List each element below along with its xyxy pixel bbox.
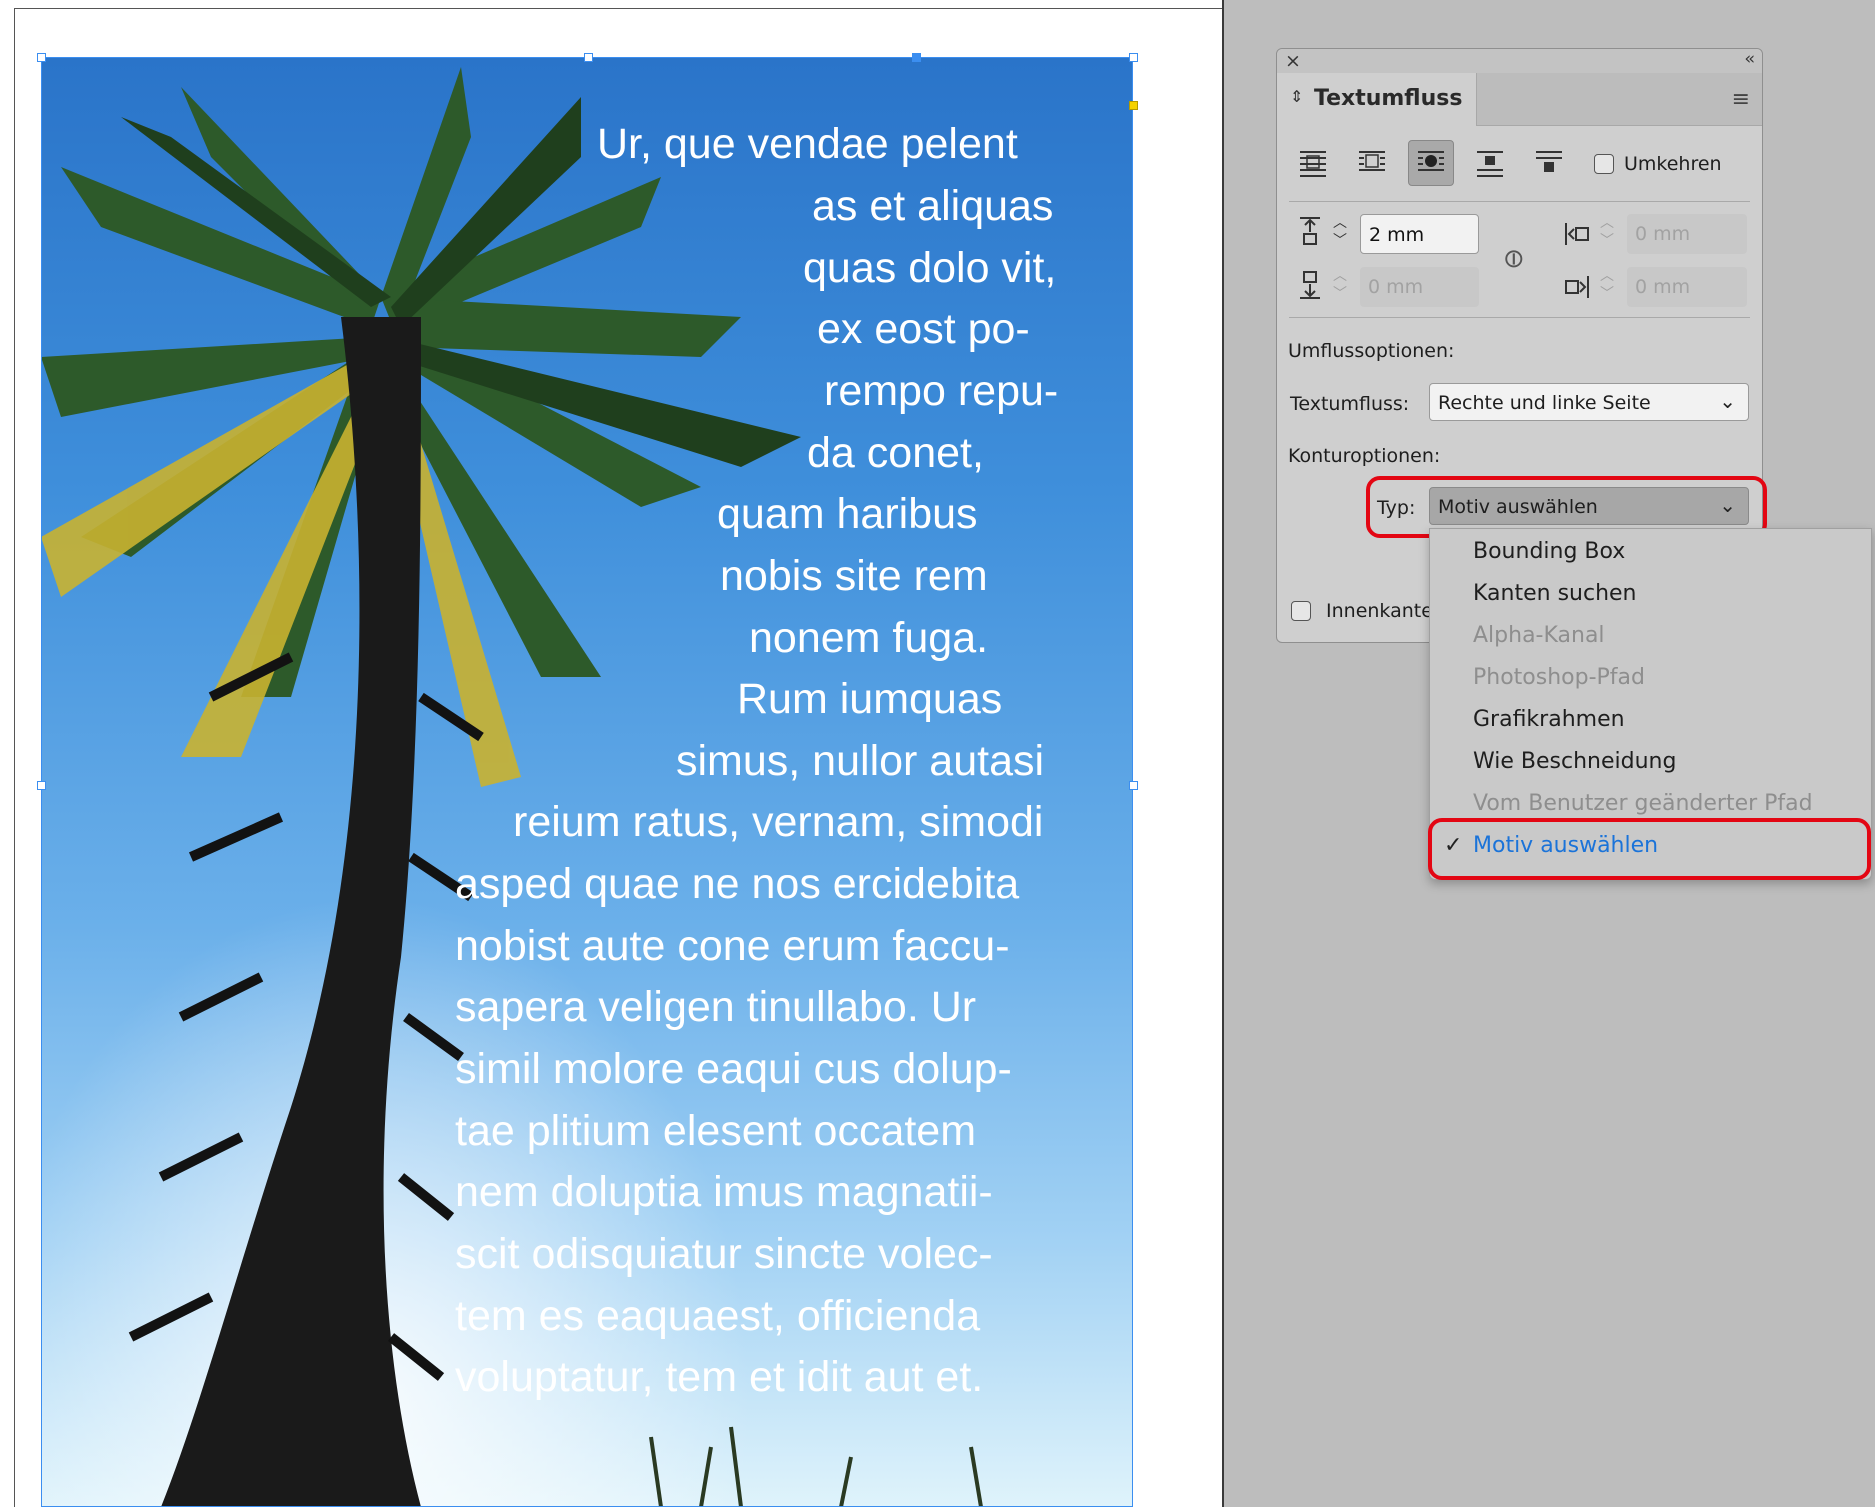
invert-checkbox[interactable] (1594, 154, 1614, 174)
panel-menu-icon[interactable]: ≡ (1732, 87, 1750, 112)
page-edge-left (14, 8, 15, 1507)
separator (1289, 317, 1750, 318)
contour-options-heading: Konturoptionen: (1288, 445, 1441, 467)
link-offsets-icon[interactable]: ⊘ (1496, 241, 1533, 278)
left-offset-stepper[interactable]: ︿ ﹀ (1594, 214, 1620, 254)
wrap-object-shape-icon (1418, 151, 1444, 171)
close-icon[interactable]: × (1285, 50, 1301, 72)
jump-to-next-column-icon (1536, 151, 1562, 172)
separator (1289, 201, 1750, 202)
contour-type-dropdown: Bounding Box Kanten suchen Alpha-Kanal P… (1429, 528, 1872, 880)
wrap-to-select[interactable]: Rechte und linke Seite ⌄ (1429, 383, 1749, 421)
left-offset-icon (1565, 223, 1589, 245)
top-offset-field[interactable]: 2 mm (1360, 214, 1479, 254)
option-user-modified-path: Vom Benutzer geänderter Pfad (1473, 791, 1813, 816)
panel-tab-row: ⇕ Textumfluss ≡ (1277, 73, 1762, 126)
frame-handle-middle-left[interactable] (37, 781, 46, 790)
right-offset-icon (1565, 276, 1589, 298)
option-graphic-frame[interactable]: Grafikrahmen (1473, 707, 1625, 732)
palm-image-frame[interactable] (41, 57, 1133, 1507)
contour-type-value: Motiv auswählen (1438, 496, 1598, 518)
wrap-bounding-box-icon (1359, 151, 1385, 171)
frame-handle-content-center[interactable] (912, 53, 921, 62)
top-offset-icon (1300, 217, 1320, 245)
wrap-options-heading: Umflussoptionen: (1288, 340, 1455, 362)
collapse-panel-icon[interactable]: ‹‹ (1744, 49, 1754, 69)
right-offset-field[interactable]: 0 mm (1627, 267, 1747, 307)
contour-type-select[interactable]: Motiv auswählen ⌄ (1429, 487, 1749, 525)
inner-edges-label: Innenkante (1326, 600, 1433, 622)
jump-object-button[interactable] (1467, 140, 1513, 186)
page-edge-top (14, 8, 1222, 9)
option-photoshop-path: Photoshop-Pfad (1473, 665, 1645, 690)
option-bounding-box[interactable]: Bounding Box (1473, 539, 1625, 564)
left-offset-field[interactable]: 0 mm (1627, 214, 1747, 254)
option-select-subject[interactable]: Motiv auswählen (1473, 833, 1658, 858)
expand-collapse-arrows-icon[interactable]: ⇕ (1290, 87, 1303, 106)
document-canvas[interactable]: Ur, que vendae pelent as et aliquas quas… (0, 0, 1224, 1507)
chevron-down-icon: ⌄ (1719, 493, 1736, 517)
panel-title-bar[interactable]: × ‹‹ (1277, 49, 1762, 74)
frame-handle-top-center[interactable] (584, 53, 593, 62)
bottom-offset-stepper[interactable]: ︿ ﹀ (1327, 267, 1353, 307)
frame-handle-top-left[interactable] (37, 53, 46, 62)
wrap-to-value: Rechte und linke Seite (1438, 392, 1651, 414)
option-alpha-channel: Alpha-Kanal (1473, 623, 1605, 648)
inner-edges-checkbox[interactable] (1291, 601, 1311, 621)
bottom-offset-icon (1300, 271, 1320, 299)
option-same-as-clipping[interactable]: Wie Beschneidung (1473, 749, 1676, 774)
wrap-to-label: Textumfluss: (1290, 393, 1410, 415)
right-offset-stepper[interactable]: ︿ ﹀ (1594, 267, 1620, 307)
no-wrap-button[interactable] (1290, 140, 1336, 186)
frame-handle-corner-options[interactable] (1129, 101, 1138, 110)
no-wrap-icon (1300, 151, 1326, 177)
checkmark-icon: ✓ (1444, 833, 1463, 858)
tab-label: Textumfluss (1314, 86, 1463, 111)
jump-to-next-column-button[interactable] (1526, 140, 1572, 186)
frame-handle-top-right[interactable] (1129, 53, 1138, 62)
jump-object-icon (1477, 151, 1503, 177)
palm-tree-image (41, 57, 1133, 1507)
wrap-bounding-box-button[interactable] (1349, 140, 1395, 186)
option-detect-edges[interactable]: Kanten suchen (1473, 581, 1637, 606)
invert-label: Umkehren (1624, 153, 1722, 175)
bottom-offset-field[interactable]: 0 mm (1360, 267, 1479, 307)
wrap-object-shape-button[interactable] (1408, 140, 1454, 186)
chevron-down-icon: ⌄ (1719, 389, 1736, 413)
frame-handle-middle-right[interactable] (1129, 781, 1138, 790)
type-label: Typ: (1377, 497, 1416, 519)
tab-text-wrap[interactable]: ⇕ Textumfluss (1277, 73, 1477, 126)
top-offset-stepper[interactable]: ︿ ﹀ (1327, 214, 1353, 254)
